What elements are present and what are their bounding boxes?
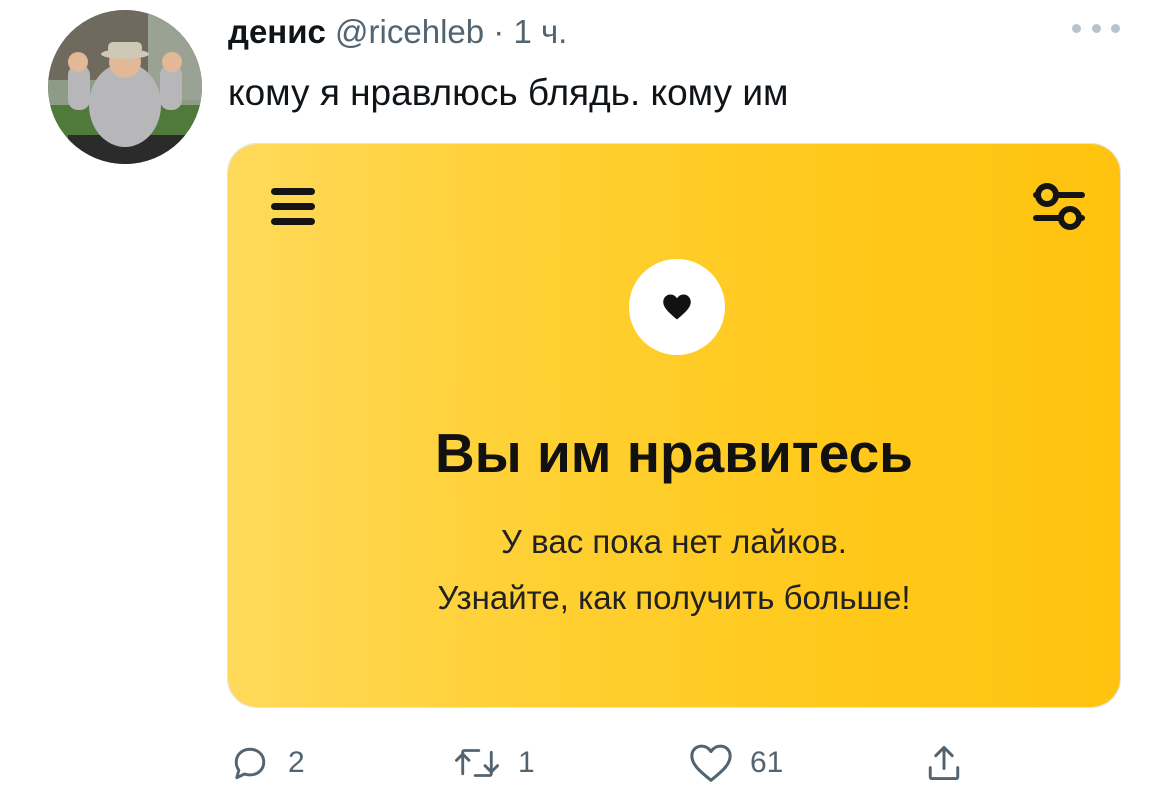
separator-dot: · bbox=[493, 13, 505, 50]
reply-icon bbox=[234, 747, 266, 780]
reply-button[interactable]: 2 bbox=[228, 735, 305, 791]
like-button[interactable]: 61 bbox=[688, 735, 783, 791]
display-name[interactable]: денис bbox=[228, 13, 326, 50]
retweet-button[interactable]: 1 bbox=[452, 735, 535, 791]
tweet-text: кому я нравлюсь блядь. кому им bbox=[228, 72, 789, 113]
like-heart-icon bbox=[690, 744, 732, 782]
tweet-time[interactable]: 1 ч. bbox=[513, 13, 567, 50]
reply-count: 2 bbox=[288, 746, 305, 779]
tweet-header: денис @ricehleb · 1 ч. bbox=[228, 10, 567, 54]
user-handle[interactable]: @ricehleb bbox=[335, 13, 484, 50]
share-button[interactable] bbox=[922, 735, 966, 791]
avatar[interactable] bbox=[48, 10, 202, 164]
menu-icon bbox=[271, 188, 315, 225]
media-subtitle-line1: У вас пока нет лайков. bbox=[501, 523, 847, 560]
heart-badge bbox=[629, 259, 725, 355]
media-subtitle-line2: Узнайте, как получить больше! bbox=[437, 579, 911, 616]
tweet-media-image[interactable]: Вы им нравитесь У вас пока нет лайков. У… bbox=[227, 143, 1121, 708]
retweet-count: 1 bbox=[518, 746, 535, 779]
avatar-photo bbox=[48, 10, 202, 164]
more-options-icon[interactable] bbox=[1072, 16, 1120, 40]
like-count: 61 bbox=[750, 746, 784, 779]
share-icon bbox=[928, 745, 960, 781]
media-title: Вы им нравитесь bbox=[435, 422, 913, 484]
retweet-icon bbox=[455, 749, 499, 777]
filter-icon bbox=[1033, 183, 1085, 230]
heart-icon bbox=[663, 294, 691, 320]
tweet-action-bar: 2 1 61 bbox=[228, 735, 988, 791]
